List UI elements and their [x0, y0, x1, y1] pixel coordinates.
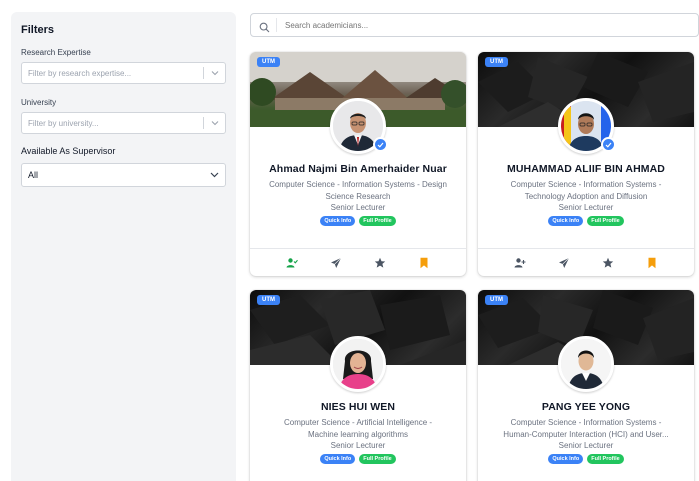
star-icon[interactable] [602, 257, 614, 269]
supervisor-select[interactable]: All [21, 163, 226, 187]
card-badges: Quick Info Full Profile [260, 216, 456, 226]
card-badges: Quick Info Full Profile [488, 216, 684, 226]
chevron-down-icon[interactable] [210, 119, 219, 128]
add-user-icon[interactable] [514, 257, 526, 269]
full-profile-button[interactable]: Full Profile [359, 454, 396, 464]
university-select[interactable]: Filter by university... [21, 112, 226, 134]
academician-name[interactable]: PANG YEE YONG [488, 401, 684, 413]
research-expertise-label: Research Expertise [21, 48, 91, 57]
quick-info-button[interactable]: Quick Info [548, 216, 584, 226]
chevron-down-icon[interactable] [210, 69, 219, 78]
university-label: University [21, 98, 57, 107]
academician-card[interactable]: UTM MUHAMMAD ALIIF BIN AHMAD Computer Sc… [478, 52, 694, 276]
quick-info-button[interactable]: Quick Info [548, 454, 584, 464]
add-user-icon[interactable] [286, 257, 298, 269]
research-field-line: Technology Adoption and Diffusion [524, 191, 648, 201]
academician-name[interactable]: Ahmad Najmi Bin Amerhaider Nuar [260, 163, 456, 175]
university-tag: UTM [257, 295, 280, 305]
verified-icon [601, 137, 616, 152]
full-profile-button[interactable]: Full Profile [587, 216, 624, 226]
avatar [330, 336, 386, 392]
chevron-down-icon[interactable] [210, 171, 219, 180]
filters-title: Filters [21, 24, 55, 36]
card-actions [478, 248, 694, 276]
bookmark-icon[interactable] [646, 257, 658, 269]
position: Senior Lecturer [330, 441, 386, 450]
research-field-line: Computer Science - Information Systems - [510, 418, 662, 427]
academician-card[interactable]: UTM NIES HUI WEN Computer Science - Arti… [250, 290, 466, 481]
bookmark-icon[interactable] [418, 257, 430, 269]
select-separator [203, 117, 204, 129]
card-badges: Quick Info Full Profile [260, 454, 456, 464]
avatar [558, 98, 616, 154]
page: Filters Research Expertise Filter by res… [0, 0, 699, 481]
avatar [558, 336, 614, 392]
search-bar[interactable] [250, 13, 699, 37]
avatar [330, 98, 388, 154]
university-placeholder: Filter by university... [28, 118, 99, 128]
profile-photo [330, 336, 386, 392]
supervisor-label: Available As Supervisor [21, 146, 116, 156]
quick-info-button[interactable]: Quick Info [320, 216, 356, 226]
search-divider [276, 18, 277, 32]
university-tag: UTM [485, 295, 508, 305]
full-profile-button[interactable]: Full Profile [587, 454, 624, 464]
position: Senior Lecturer [558, 203, 614, 212]
position: Senior Lecturer [330, 203, 386, 212]
filters-sidebar: Filters Research Expertise Filter by res… [11, 12, 236, 481]
search-icon[interactable] [259, 20, 270, 32]
quick-info-button[interactable]: Quick Info [320, 454, 356, 464]
search-input[interactable] [285, 20, 690, 30]
position: Senior Lecturer [558, 441, 614, 450]
academician-name[interactable]: MUHAMMAD ALIIF BIN AHMAD [488, 163, 684, 175]
research-field-line: Computer Science - Artificial Intelligen… [283, 418, 433, 427]
research-field-line: Computer Science - Information Systems - [510, 180, 662, 189]
supervisor-value: All [28, 170, 39, 180]
academician-card[interactable]: UTM Ahmad Najmi Bin Amerhaider Nuar Comp… [250, 52, 466, 276]
research-field-line: Science Research [325, 191, 391, 201]
university-tag: UTM [485, 57, 508, 67]
star-icon[interactable] [374, 257, 386, 269]
academician-card[interactable]: UTM PANG YEE YONG Computer Science - Inf… [478, 290, 694, 481]
verified-icon [373, 137, 388, 152]
send-icon[interactable] [558, 257, 570, 269]
university-tag: UTM [257, 57, 280, 67]
research-field-line: Computer Science - Information Systems -… [269, 180, 447, 189]
card-actions [250, 248, 466, 276]
send-icon[interactable] [330, 257, 342, 269]
card-badges: Quick Info Full Profile [488, 454, 684, 464]
research-expertise-select[interactable]: Filter by research expertise... [21, 62, 226, 84]
full-profile-button[interactable]: Full Profile [359, 216, 396, 226]
research-expertise-placeholder: Filter by research expertise... [28, 68, 132, 78]
select-separator [203, 67, 204, 79]
research-field-line: Human-Computer Interaction (HCI) and Use… [503, 429, 669, 439]
research-field-line: Machine learning algorithms [307, 429, 409, 439]
academician-name[interactable]: NIES HUI WEN [260, 401, 456, 413]
profile-photo [558, 336, 614, 392]
